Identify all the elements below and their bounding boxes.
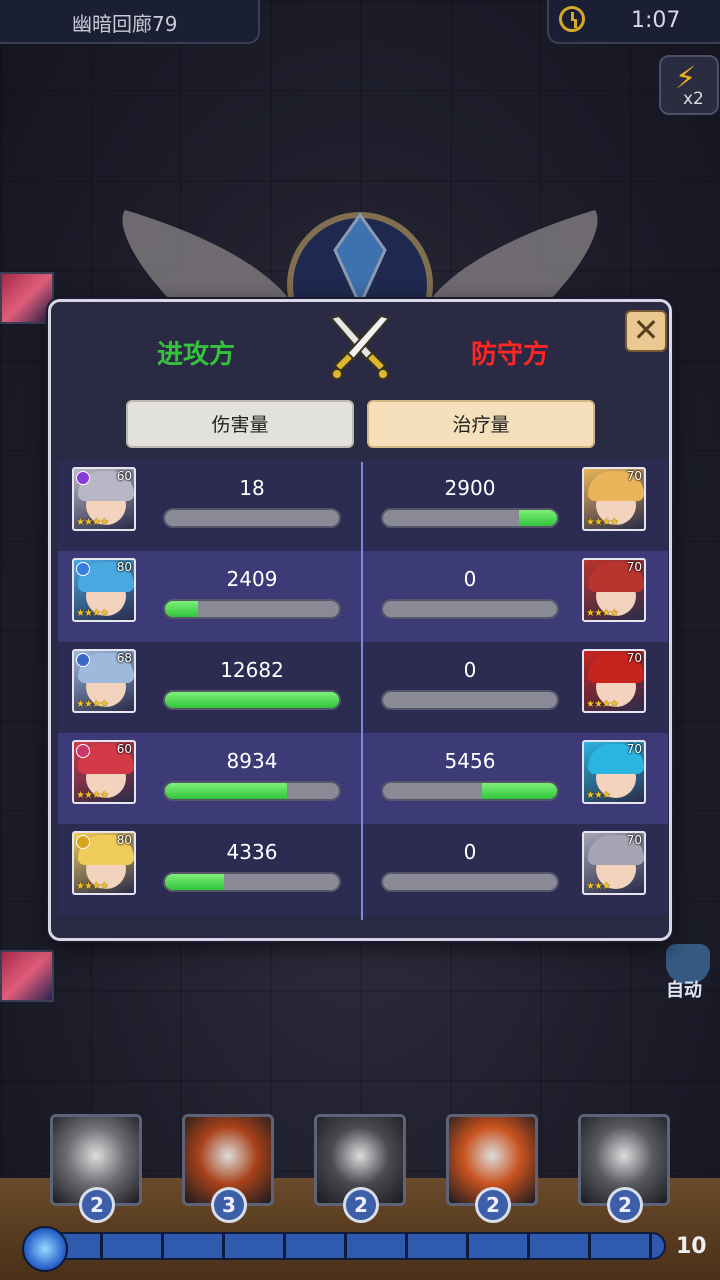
energy-crystal-icon <box>22 1226 68 1272</box>
attacker-stat-fill <box>165 692 339 708</box>
hero-stars: ★★★★ <box>76 881 109 892</box>
timer-bar: 1:07 <box>547 0 720 44</box>
clock-icon <box>559 6 585 32</box>
attacker-hero-portrait[interactable]: 60 ★★★★ <box>72 740 136 804</box>
hero-stars: ★★★★ <box>586 608 619 619</box>
attacker-stat-fill <box>165 601 199 617</box>
attacker-stat-value: 18 <box>239 476 265 500</box>
attacker-hero-portrait[interactable]: 60 ★★★★ <box>72 467 136 531</box>
attacker-stat-bar <box>163 872 341 892</box>
defender-stat-value: 0 <box>463 567 477 591</box>
stats-row: 60 ★★★★ 8934 70 ★★★ 5456 <box>58 733 668 824</box>
stats-row: 68 ★★★★ 12682 70 ★★★★ 0 <box>58 642 668 733</box>
auto-label: 自动 <box>666 980 702 1001</box>
hero-stars: ★★★★ <box>586 699 619 710</box>
defender-stat-value: 2900 <box>444 476 496 500</box>
skill-slot[interactable]: 2 <box>314 1114 406 1223</box>
attacker-stat-bar <box>163 690 341 710</box>
auto-button[interactable]: 自动 <box>660 940 720 1002</box>
hero-stars: ★★★ <box>586 790 611 801</box>
hero-stars: ★★★★ <box>586 517 619 528</box>
attacker-stat-value: 2409 <box>226 567 278 591</box>
hero-level: 60 <box>116 742 132 756</box>
defender-stat-bar <box>381 508 559 528</box>
skill-cost: 2 <box>607 1187 643 1223</box>
hero-level: 80 <box>116 560 132 574</box>
side-portrait-bottom[interactable] <box>0 950 54 1002</box>
defender-hero-portrait[interactable]: 70 ★★★★ <box>582 649 646 713</box>
skill-cost: 2 <box>343 1187 379 1223</box>
defender-stat-value: 0 <box>463 840 477 864</box>
hero-level: 70 <box>626 742 642 756</box>
speed-label: x2 <box>683 89 704 109</box>
hero-stars: ★★★★ <box>76 790 109 801</box>
attacker-stat-fill <box>165 783 287 799</box>
hero-stars: ★★★★ <box>76 517 109 528</box>
skill-cost: 3 <box>211 1187 247 1223</box>
battle-timer: 1:07 <box>631 8 681 33</box>
hero-level: 70 <box>626 560 642 574</box>
element-icon <box>76 744 90 758</box>
attacker-stat-bar <box>163 599 341 619</box>
defender-stat-bar <box>381 872 559 892</box>
defender-stat-fill <box>482 783 557 799</box>
defender-hero-portrait[interactable]: 70 ★★★ <box>582 740 646 804</box>
tab-heal[interactable]: 治疗量 <box>367 400 595 448</box>
defender-title: 防守方 <box>471 340 550 370</box>
attacker-stat-fill <box>165 874 225 890</box>
skill-slot[interactable]: 2 <box>446 1114 538 1223</box>
speed-button[interactable]: ⚡ x2 <box>659 55 719 115</box>
stats-row: 60 ★★★★ 18 70 ★★★★ 2900 <box>58 460 668 551</box>
defender-stat-bar <box>381 599 559 619</box>
element-icon <box>76 653 90 667</box>
attacker-stat-value: 4336 <box>226 840 278 864</box>
defender-hero-portrait[interactable]: 70 ★★★ <box>582 831 646 895</box>
hero-stars: ★★★ <box>586 881 611 892</box>
center-divider <box>361 462 363 920</box>
hero-level: 60 <box>116 469 132 483</box>
stage-name: 幽暗回廊79 <box>72 12 178 36</box>
battle-stats-dialog: 进攻方 防守方 ✕ 伤害量 治疗量 60 ★★★★ 18 70 ★★★★ 2900 80 ★… <box>48 299 672 941</box>
defender-stat-value: 0 <box>463 658 477 682</box>
element-icon <box>76 835 90 849</box>
attacker-hero-portrait[interactable]: 68 ★★★★ <box>72 649 136 713</box>
defender-stat-bar <box>381 690 559 710</box>
stats-rows: 60 ★★★★ 18 70 ★★★★ 2900 80 ★★★★ 2409 70 ★★★★ 0 68 ★… <box>58 460 668 915</box>
attacker-title: 进攻方 <box>157 340 236 370</box>
element-icon <box>76 562 90 576</box>
element-icon <box>76 471 90 485</box>
hero-level: 70 <box>626 833 642 847</box>
attacker-hero-portrait[interactable]: 80 ★★★★ <box>72 831 136 895</box>
hero-level: 70 <box>626 651 642 665</box>
attacker-stat-value: 8934 <box>226 749 278 773</box>
crossed-swords-icon <box>329 314 391 380</box>
stage-bar: 幽暗回廊79 <box>0 0 260 44</box>
side-portrait-top[interactable] <box>0 272 54 324</box>
attacker-hero-portrait[interactable]: 80 ★★★★ <box>72 558 136 622</box>
skill-slot[interactable]: 3 <box>182 1114 274 1223</box>
attacker-stat-value: 12682 <box>220 658 284 682</box>
defender-hero-portrait[interactable]: 70 ★★★★ <box>582 467 646 531</box>
attacker-stat-bar <box>163 508 341 528</box>
energy-bar <box>40 1232 666 1260</box>
hero-level: 70 <box>626 469 642 483</box>
stats-row: 80 ★★★★ 4336 70 ★★★ 0 <box>58 824 668 915</box>
defender-stat-fill <box>518 510 557 526</box>
defender-stat-bar <box>381 781 559 801</box>
hero-level: 68 <box>116 651 132 665</box>
hero-stars: ★★★★ <box>76 608 109 619</box>
skill-cost: 2 <box>79 1187 115 1223</box>
hero-level: 80 <box>116 833 132 847</box>
tab-damage[interactable]: 伤害量 <box>126 400 354 448</box>
energy-max: 10 <box>676 1234 707 1259</box>
defender-hero-portrait[interactable]: 70 ★★★★ <box>582 558 646 622</box>
skill-slot[interactable]: 2 <box>50 1114 142 1223</box>
close-button[interactable]: ✕ <box>625 310 667 352</box>
defender-stat-value: 5456 <box>444 749 496 773</box>
hero-stars: ★★★★ <box>76 699 109 710</box>
skill-slot[interactable]: 2 <box>578 1114 670 1223</box>
stats-row: 80 ★★★★ 2409 70 ★★★★ 0 <box>58 551 668 642</box>
skill-cost: 2 <box>475 1187 511 1223</box>
attacker-stat-bar <box>163 781 341 801</box>
